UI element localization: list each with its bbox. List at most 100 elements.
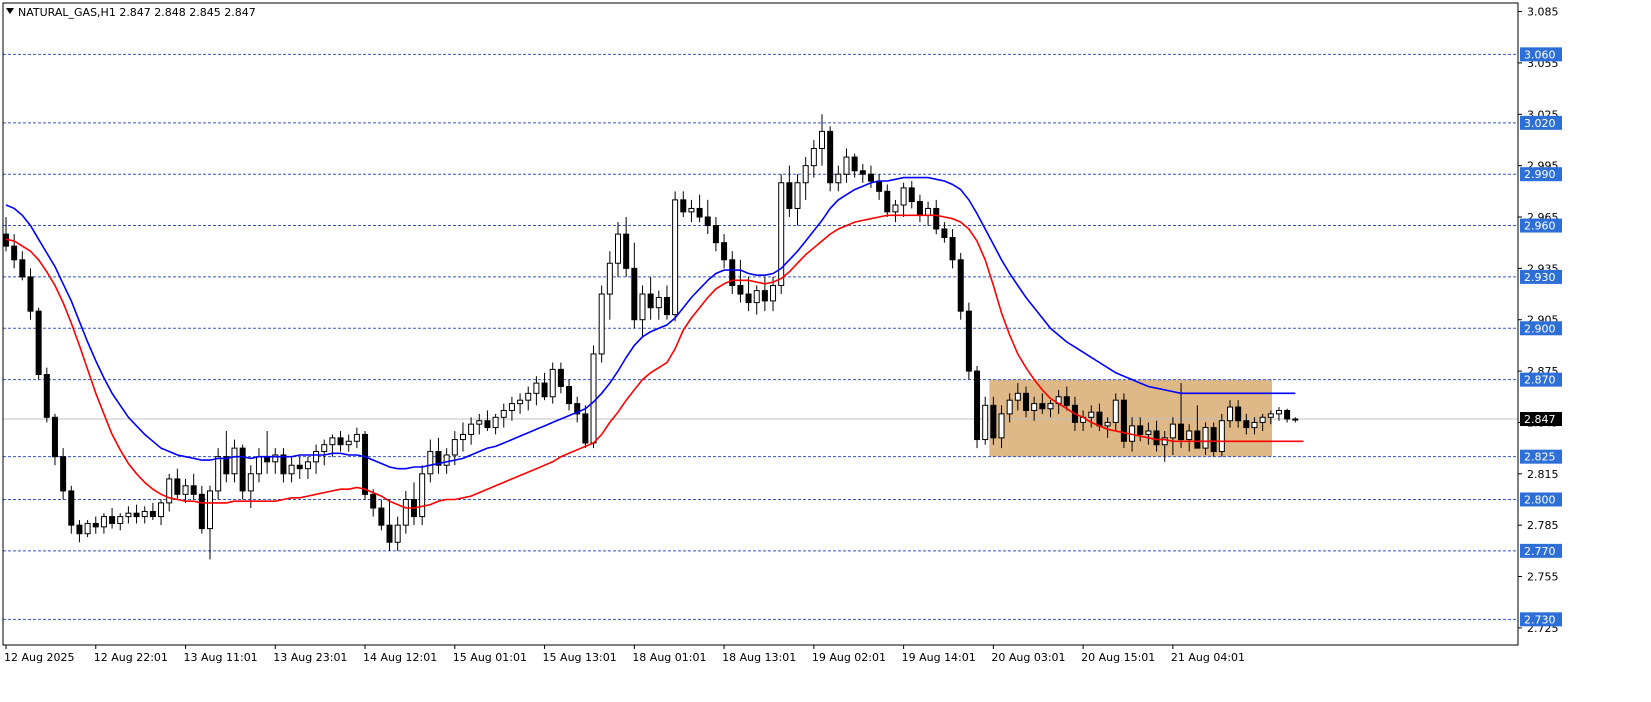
bear-candle	[43, 374, 50, 418]
bear-candle	[133, 512, 140, 518]
bull-candle	[810, 148, 817, 167]
bull-candle	[892, 204, 899, 213]
bull-candle	[321, 444, 328, 453]
bull-candle	[166, 478, 173, 504]
bull-candle	[1267, 413, 1274, 418]
level-price-tag-label: 2.990	[1524, 168, 1556, 181]
time-tick-label: 18 Aug 01:01	[632, 651, 706, 664]
level-price-tag-label: 2.730	[1524, 613, 1556, 626]
price-chart[interactable]: 3.0853.0553.0252.9952.9652.9352.9052.875…	[0, 0, 1651, 702]
bull-candle	[1088, 411, 1095, 418]
bear-candle	[582, 413, 589, 444]
bull-candle	[1251, 421, 1258, 429]
bear-candle	[949, 237, 956, 261]
level-price-tag-label: 3.020	[1524, 117, 1556, 130]
bull-candle	[598, 293, 605, 355]
bear-candle	[1210, 427, 1217, 453]
bear-candle	[1039, 403, 1046, 410]
bear-candle	[337, 437, 344, 446]
bull-candle	[1169, 423, 1176, 439]
chart-header: NATURAL_GAS,H1 2.847 2.848 2.845 2.847	[6, 6, 256, 19]
bear-candle	[1063, 396, 1070, 406]
bear-candle	[680, 199, 687, 213]
bull-candle	[353, 433, 360, 442]
bear-candle	[76, 524, 83, 535]
time-tick-label: 21 Aug 04:01	[1171, 651, 1245, 664]
bear-candle	[1137, 425, 1144, 435]
bull-candle	[615, 233, 621, 264]
bear-candle	[786, 182, 793, 209]
price-tick-label: 3.085	[1527, 6, 1559, 19]
bull-candle	[925, 207, 932, 216]
bull-candle	[1112, 399, 1119, 423]
bear-candle	[1096, 411, 1103, 427]
bull-candle	[1014, 392, 1021, 401]
bear-candle	[859, 170, 866, 175]
bull-candle	[508, 403, 515, 411]
bull-candle	[247, 473, 254, 492]
bull-candle	[1031, 403, 1038, 411]
bull-candle	[402, 498, 409, 526]
bear-candle	[386, 524, 393, 543]
bull-candle	[606, 262, 613, 295]
bull-candle	[1047, 403, 1054, 410]
level-price-tag-label: 2.900	[1524, 322, 1556, 335]
bear-candle	[908, 187, 915, 203]
bear-candle	[1235, 406, 1242, 422]
bear-candle	[933, 207, 940, 230]
bull-candle	[1145, 430, 1152, 435]
bull-candle	[100, 516, 107, 528]
bear-candle	[916, 201, 923, 216]
bear-candle	[296, 464, 303, 470]
bull-candle	[1104, 421, 1111, 427]
bull-candle	[1292, 418, 1299, 421]
bear-candle	[1153, 430, 1160, 446]
bull-candle	[288, 464, 295, 475]
bear-candle	[566, 385, 573, 405]
time-tick-label: 19 Aug 14:01	[902, 651, 976, 664]
bear-candle	[663, 296, 670, 316]
bear-candle	[761, 290, 768, 302]
bear-candle	[965, 310, 972, 372]
time-tick-label: 15 Aug 01:01	[453, 651, 527, 664]
price-tick-label: 2.785	[1527, 519, 1559, 532]
bull-candle	[459, 433, 466, 441]
bull-candle	[639, 293, 646, 321]
bull-candle	[345, 440, 352, 446]
time-tick-label: 20 Aug 03:01	[991, 651, 1065, 664]
bear-candle	[378, 507, 385, 526]
bear-candle	[851, 156, 858, 172]
bear-candle	[68, 490, 75, 526]
bull-candle	[672, 199, 679, 316]
bear-candle	[239, 447, 246, 492]
bear-candle	[631, 267, 638, 321]
bull-candle	[819, 130, 825, 150]
bear-candle	[109, 516, 116, 524]
bull-candle	[525, 392, 532, 401]
bull-candle	[1218, 420, 1225, 453]
bear-candle	[1120, 399, 1127, 442]
bull-candle	[329, 437, 336, 446]
symbol-ohlc-header: NATURAL_GAS,H1 2.847 2.848 2.845 2.847	[18, 6, 256, 19]
price-tick-label: 2.755	[1527, 571, 1559, 584]
bear-candle	[27, 276, 34, 312]
bull-candle	[1202, 427, 1209, 449]
bull-candle	[688, 207, 695, 213]
bear-candle	[1023, 392, 1029, 411]
bull-candle	[255, 456, 262, 475]
bear-candle	[174, 478, 181, 495]
bull-candle	[1227, 406, 1233, 422]
bear-candle	[484, 420, 491, 429]
level-price-tag-label: 2.800	[1524, 493, 1556, 506]
bear-candle	[223, 456, 230, 475]
bull-candle	[900, 187, 907, 206]
bull-candle	[207, 490, 213, 530]
bear-candle	[941, 228, 948, 239]
time-tick-label: 19 Aug 02:01	[812, 651, 886, 664]
bear-candle	[867, 173, 874, 182]
bear-candle	[1243, 420, 1250, 429]
bull-candle	[1259, 416, 1266, 423]
bear-candle	[737, 284, 744, 295]
bear-candle	[745, 293, 752, 304]
bear-candle	[1194, 430, 1201, 449]
